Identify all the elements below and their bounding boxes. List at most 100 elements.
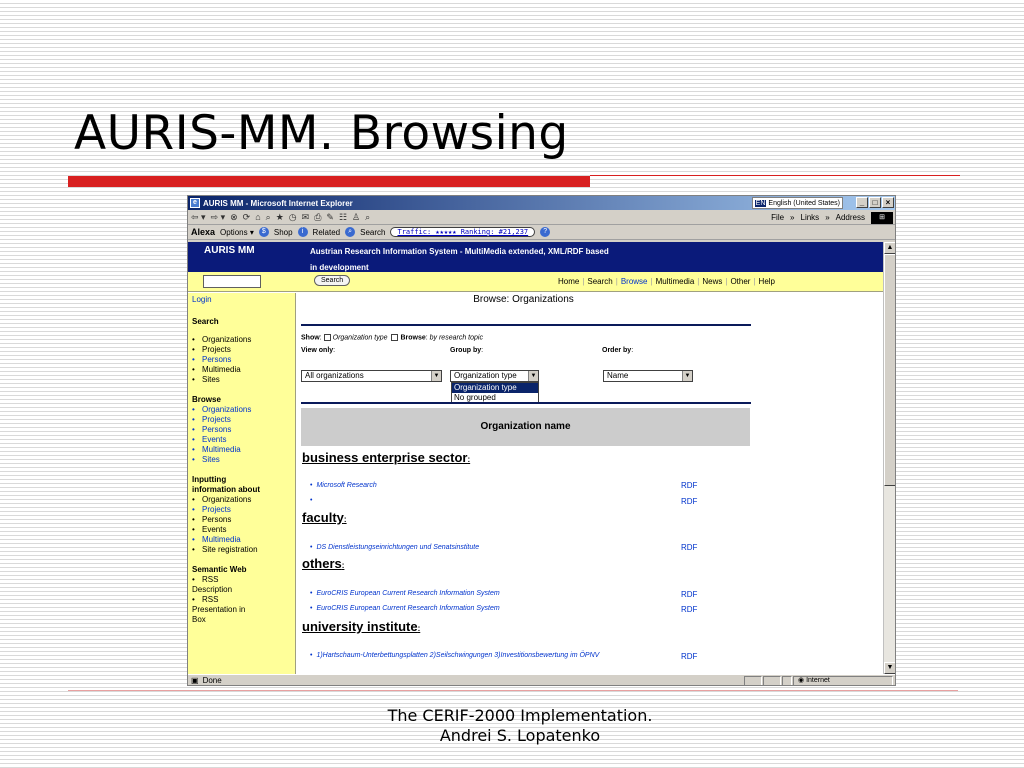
sidebar-search-organizations[interactable]: • Organizations: [192, 335, 251, 345]
org-link[interactable]: • DS Dienstleistungseinrichtungen und Sen…: [310, 544, 479, 551]
window-titlebar[interactable]: e AURIS MM - Microsoft Internet Explorer…: [188, 196, 895, 210]
group-by-label: Group by:: [450, 347, 484, 354]
sidebar-browse-projects[interactable]: • Projects: [192, 415, 231, 425]
rdf-link[interactable]: RDF: [681, 590, 697, 599]
window-title: AURIS MM - Microsoft Internet Explorer: [203, 198, 353, 208]
nav-link-news[interactable]: News: [702, 277, 722, 286]
shop-icon: $: [258, 227, 269, 237]
sidebar-browse-persons[interactable]: • Persons: [192, 425, 231, 435]
ie-app-icon: e: [190, 198, 200, 208]
chevron-down-icon: ▼: [528, 371, 538, 381]
sidebar-heading-search: Search: [192, 317, 219, 326]
sidebar-browse-organizations[interactable]: • Organizations: [192, 405, 251, 415]
sidebar-search-multimedia[interactable]: • Multimedia: [192, 365, 241, 375]
organization-type-checkbox[interactable]: [323, 334, 331, 341]
mail-icon[interactable]: ✉: [302, 212, 310, 223]
sidebar-input-events[interactable]: • Events: [192, 525, 226, 535]
maximize-icon[interactable]: □: [869, 197, 881, 208]
minimize-icon[interactable]: _: [856, 197, 868, 208]
rdf-link[interactable]: RDF: [681, 543, 697, 552]
sidebar-input-multimedia[interactable]: • Multimedia: [192, 535, 241, 545]
site-search-button[interactable]: Search: [314, 275, 351, 286]
scroll-up-icon[interactable]: ▲: [884, 242, 895, 254]
stop-icon[interactable]: ⊗: [230, 212, 238, 223]
group-by-select[interactable]: Organization type ▼: [450, 370, 539, 382]
standard-toolbar: ⇦ ▾ ⇨ ▾ ⊗ ⟳ ⌂ ⌕ ★ ◷ ✉ ⎙ ✎ ☷ ♙ ⌕ File » L…: [188, 210, 895, 225]
sidebar-search-projects[interactable]: • Projects: [192, 345, 231, 355]
sidebar-login[interactable]: Login: [192, 295, 212, 305]
nav-link-search[interactable]: Search: [587, 277, 612, 286]
org-link[interactable]: • EuroCRIS European Current Research Info…: [310, 605, 500, 612]
sidebar-input-site-registration[interactable]: • Site registration: [192, 545, 258, 555]
rdf-link[interactable]: RDF: [681, 481, 697, 490]
nav-link-home[interactable]: Home: [558, 277, 579, 286]
org-column-header: Organization name: [301, 408, 750, 446]
menu-file[interactable]: File: [771, 213, 784, 222]
print-icon[interactable]: ⎙: [314, 212, 321, 223]
org-link[interactable]: • EuroCRIS European Current Research Info…: [310, 590, 500, 597]
sidebar-rss-description[interactable]: • RSS Description: [192, 575, 232, 595]
alexa-options[interactable]: Options ▾: [220, 228, 254, 237]
alexa-related[interactable]: Related: [313, 228, 341, 237]
sidebar-input-projects[interactable]: • Projects: [192, 505, 231, 515]
title-underline: [590, 175, 960, 176]
site-search-input[interactable]: [203, 275, 261, 288]
links-bar[interactable]: Links: [801, 213, 820, 222]
rdf-link[interactable]: RDF: [681, 652, 697, 661]
sidebar-input-organizations[interactable]: • Organizations: [192, 495, 251, 505]
rdf-link[interactable]: RDF: [681, 497, 697, 506]
org-link[interactable]: • Microsoft Research: [310, 482, 377, 489]
view-only-select[interactable]: All organizations ▼: [301, 370, 442, 382]
org-link[interactable]: • 1)Hartschaum-Unterbettungsplatten 2)Sei…: [310, 652, 599, 659]
slide-title: AURIS-MM. Browsing: [74, 106, 569, 161]
nav-link-multimedia[interactable]: Multimedia: [656, 277, 695, 286]
sidebar-browse-events[interactable]: • Events: [192, 435, 226, 445]
sidebar-input-persons[interactable]: • Persons: [192, 515, 231, 525]
search-icon[interactable]: ⌕: [266, 212, 271, 223]
org-link[interactable]: •: [310, 497, 316, 504]
order-by-select[interactable]: Name ▼: [603, 370, 693, 382]
alexa-shop[interactable]: Shop: [274, 228, 293, 237]
home-icon[interactable]: ⌂: [255, 212, 260, 222]
nav-link-other[interactable]: Other: [730, 277, 750, 286]
scrollbar-thumb[interactable]: [884, 254, 895, 486]
page-icon: ▣: [191, 676, 199, 685]
close-icon[interactable]: ×: [882, 197, 894, 208]
security-zone: ◉ Internet: [793, 676, 893, 685]
site-logo[interactable]: AURIS MM: [204, 245, 255, 256]
discuss-icon[interactable]: ☷: [339, 212, 347, 223]
scroll-down-icon[interactable]: ▼: [884, 662, 895, 674]
view-only-label: View only:: [301, 347, 336, 354]
status-bar: ▣ Done ◉ Internet: [188, 674, 895, 685]
nav-link-browse[interactable]: Browse: [621, 277, 648, 286]
refresh-icon[interactable]: ⟳: [243, 212, 251, 223]
help-icon[interactable]: ?: [540, 227, 551, 237]
footer-divider: [68, 690, 958, 691]
forward-icon[interactable]: ⇨ ▾: [211, 212, 226, 223]
nav-link-help[interactable]: Help: [759, 277, 775, 286]
sidebar-rss-presentation[interactable]: • RSS Presentation in Box: [192, 595, 245, 625]
sidebar-search-sites[interactable]: • Sites: [192, 375, 220, 385]
sidebar-browse-multimedia[interactable]: • Multimedia: [192, 445, 241, 455]
alexa-logo[interactable]: Alexa: [191, 227, 215, 237]
chevron-down-icon: ▼: [682, 371, 692, 381]
vertical-scrollbar[interactable]: ▲ ▼: [883, 242, 895, 674]
sidebar-search-persons[interactable]: • Persons: [192, 355, 231, 365]
alexa-search[interactable]: Search: [360, 228, 385, 237]
edit-icon[interactable]: ✎: [326, 212, 334, 223]
status-segment: [744, 676, 762, 685]
sidebar-browse-sites[interactable]: • Sites: [192, 455, 220, 465]
research-icon[interactable]: ⌕: [365, 212, 370, 223]
history-icon[interactable]: ◷: [289, 212, 297, 223]
rdf-link[interactable]: RDF: [681, 605, 697, 614]
search-icon: ⌕: [345, 227, 356, 237]
back-icon[interactable]: ⇦ ▾: [191, 212, 206, 223]
messenger-icon[interactable]: ♙: [352, 212, 360, 223]
dropdown-option-organization-type[interactable]: Organization type: [452, 383, 538, 393]
alexa-traffic-ranking[interactable]: Traffic: ★★★★★ Ranking: #21,237: [390, 227, 536, 237]
favorites-icon[interactable]: ★: [276, 212, 284, 223]
browse-topic-checkbox[interactable]: [391, 334, 399, 341]
address-bar-label[interactable]: Address: [836, 213, 865, 222]
language-indicator[interactable]: EN English (United States): [751, 197, 843, 209]
sector-heading: business enterprise sector:: [302, 450, 471, 465]
